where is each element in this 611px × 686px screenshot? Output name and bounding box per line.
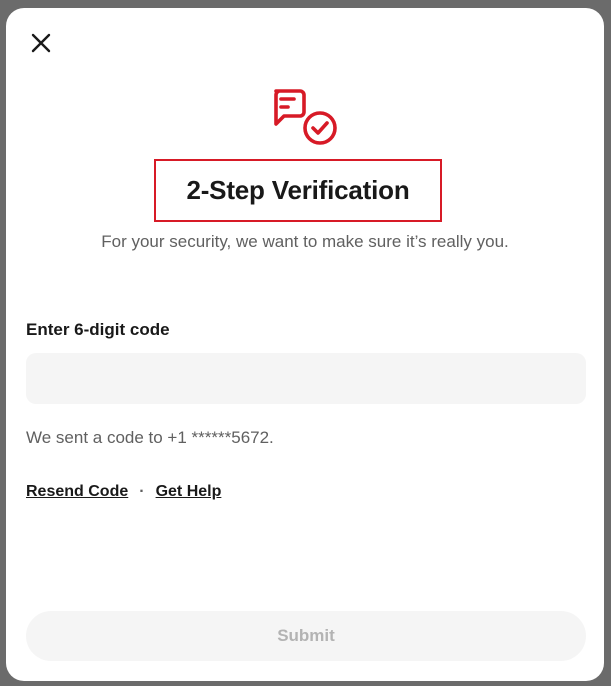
code-input[interactable]: [26, 353, 586, 404]
verification-dialog: 2-Step Verification For your security, w…: [6, 8, 604, 681]
code-sent-message: We sent a code to +1 ******5672.: [26, 428, 274, 447]
title-highlight-box: 2-Step Verification: [154, 159, 442, 222]
chat-check-icon: [274, 89, 337, 145]
page-title: 2-Step Verification: [186, 175, 410, 205]
help-links: Resend Code · Get Help: [26, 483, 221, 501]
close-icon: [31, 33, 51, 53]
link-separator: ·: [139, 483, 145, 500]
submit-button[interactable]: Submit: [26, 611, 586, 661]
get-help-link[interactable]: Get Help: [156, 483, 222, 501]
code-field-label: Enter 6-digit code: [26, 320, 170, 339]
resend-code-link[interactable]: Resend Code: [26, 483, 128, 501]
subtitle: For your security, we want to make sure …: [101, 232, 509, 251]
close-button[interactable]: [28, 30, 54, 56]
